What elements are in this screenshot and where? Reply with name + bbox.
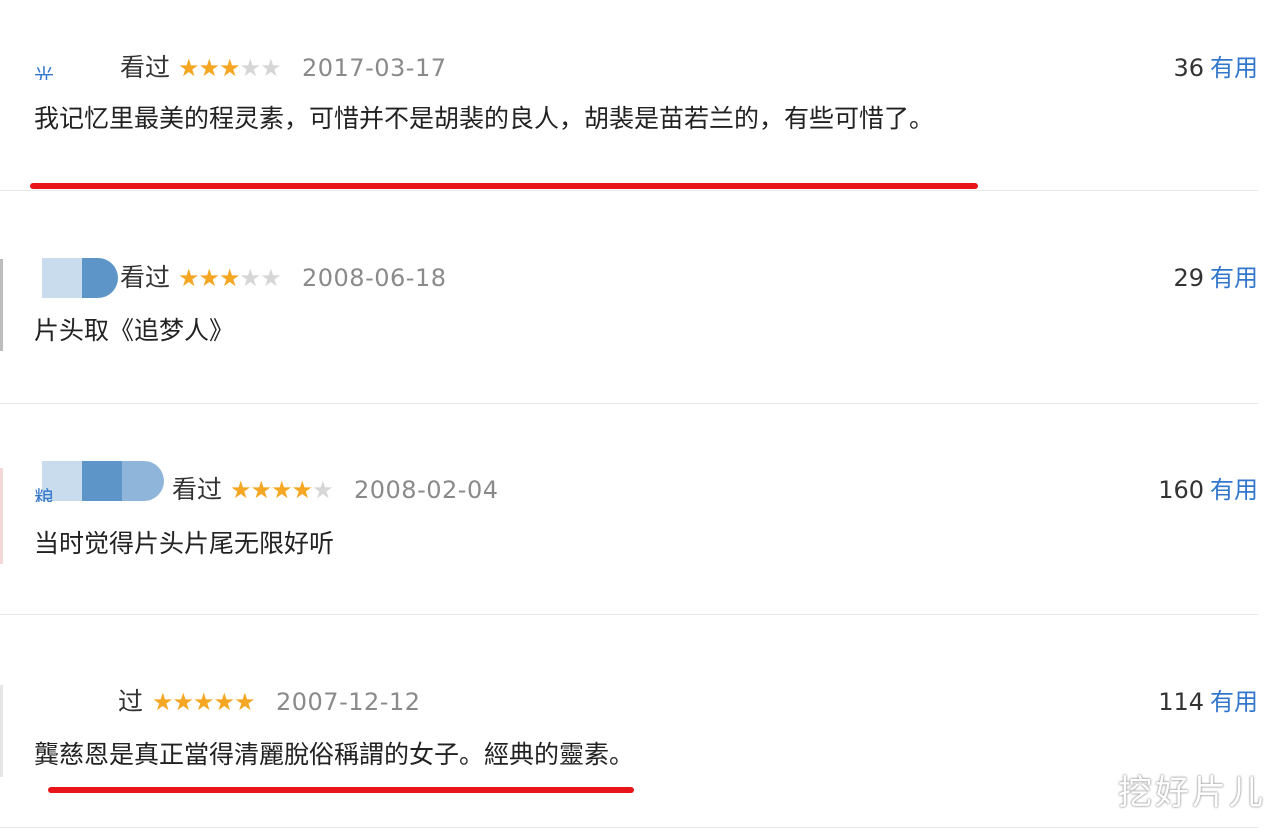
- comment-date: 2007-12-12: [276, 688, 421, 716]
- star-icon: ★: [234, 688, 255, 716]
- star-icon: ★: [219, 264, 240, 292]
- comment-header: 看过 ★★★★★ 2008-06-18 29 有用: [0, 262, 1258, 294]
- watermark: 挖好片儿: [1118, 773, 1266, 813]
- vote-count: 114: [1158, 688, 1204, 716]
- star-icon: ★: [198, 54, 220, 82]
- rating-stars: ★★★★★: [178, 262, 282, 294]
- useful-vote-button[interactable]: 有用: [1210, 476, 1258, 504]
- comment-date: 2017-03-17: [302, 54, 447, 82]
- comment-text: 当时觉得片头片尾无限好听: [34, 529, 335, 558]
- comment-header: 粮… 看过 ★★★★★ 2008-02-04 160 有用: [0, 474, 1258, 506]
- comment-text: 片头取《追梦人》: [34, 316, 235, 345]
- comment-item: 看过 ★★★★★ 2008-06-18 29 有用 片头取《追梦人》: [0, 191, 1258, 404]
- watch-status: 看过: [172, 475, 223, 504]
- star-icon: ★: [230, 476, 251, 504]
- comment-text: 龔慈恩是真正當得清麗脫俗稱謂的女子。經典的靈素。: [34, 740, 635, 769]
- star-icon: ★: [178, 54, 199, 82]
- username-link[interactable]: 光…: [34, 66, 110, 80]
- vote-area: 114 有用: [1158, 686, 1258, 718]
- star-icon: ★: [213, 688, 235, 716]
- star-icon: ★: [271, 476, 292, 504]
- vote-area: 36 有用: [1173, 52, 1258, 84]
- rating-stars: ★★★★★: [178, 52, 282, 84]
- star-icon: ★: [312, 476, 333, 504]
- watch-status: 看过: [120, 263, 171, 292]
- star-icon: ★: [198, 264, 220, 292]
- star-icon: ★: [239, 264, 261, 292]
- useful-vote-button[interactable]: 有用: [1210, 264, 1258, 292]
- comment-header: 过 ★★★★★ 2007-12-12 114 有用: [0, 686, 1258, 718]
- star-icon: ★: [291, 476, 313, 504]
- useful-vote-button[interactable]: 有用: [1210, 54, 1258, 82]
- comment-date: 2008-06-18: [302, 264, 447, 292]
- comment-item: 光… 看过 ★★★★★ 2017-03-17 36 有用 我记忆里最美的程灵素，可…: [0, 0, 1258, 191]
- vote-count: 29: [1173, 264, 1204, 292]
- watch-status: 过: [118, 687, 144, 716]
- star-icon: ★: [193, 688, 214, 716]
- comment-date: 2008-02-04: [354, 476, 499, 504]
- vote-area: 160 有用: [1158, 474, 1258, 506]
- star-icon: ★: [178, 264, 199, 292]
- username-link[interactable]: 粮…: [34, 488, 74, 502]
- comment-header: 光… 看过 ★★★★★ 2017-03-17 36 有用: [0, 52, 1258, 84]
- comment-item: 粮… 看过 ★★★★★ 2008-02-04 160 有用 当时觉得片头片尾无限好…: [0, 404, 1258, 615]
- rating-stars: ★★★★★: [152, 686, 256, 718]
- vote-count: 36: [1173, 54, 1204, 82]
- comment-text: 我记忆里最美的程灵素，可惜并不是胡裴的良人，胡裴是苗若兰的，有些可惜了。: [34, 104, 935, 133]
- watch-status: 看过: [120, 53, 171, 82]
- star-icon: ★: [172, 688, 194, 716]
- star-icon: ★: [239, 54, 261, 82]
- vote-area: 29 有用: [1173, 262, 1258, 294]
- highlight-underline: [30, 183, 978, 189]
- vote-count: 160: [1158, 476, 1204, 504]
- star-icon: ★: [219, 54, 240, 82]
- useful-vote-button[interactable]: 有用: [1210, 688, 1258, 716]
- star-icon: ★: [260, 54, 281, 82]
- rating-stars: ★★★★★: [230, 474, 334, 506]
- highlight-underline: [48, 787, 634, 793]
- star-icon: ★: [152, 688, 173, 716]
- star-icon: ★: [250, 476, 272, 504]
- star-icon: ★: [260, 264, 281, 292]
- comment-item: 过 ★★★★★ 2007-12-12 114 有用 龔慈恩是真正當得清麗脫俗稱謂的…: [0, 615, 1258, 828]
